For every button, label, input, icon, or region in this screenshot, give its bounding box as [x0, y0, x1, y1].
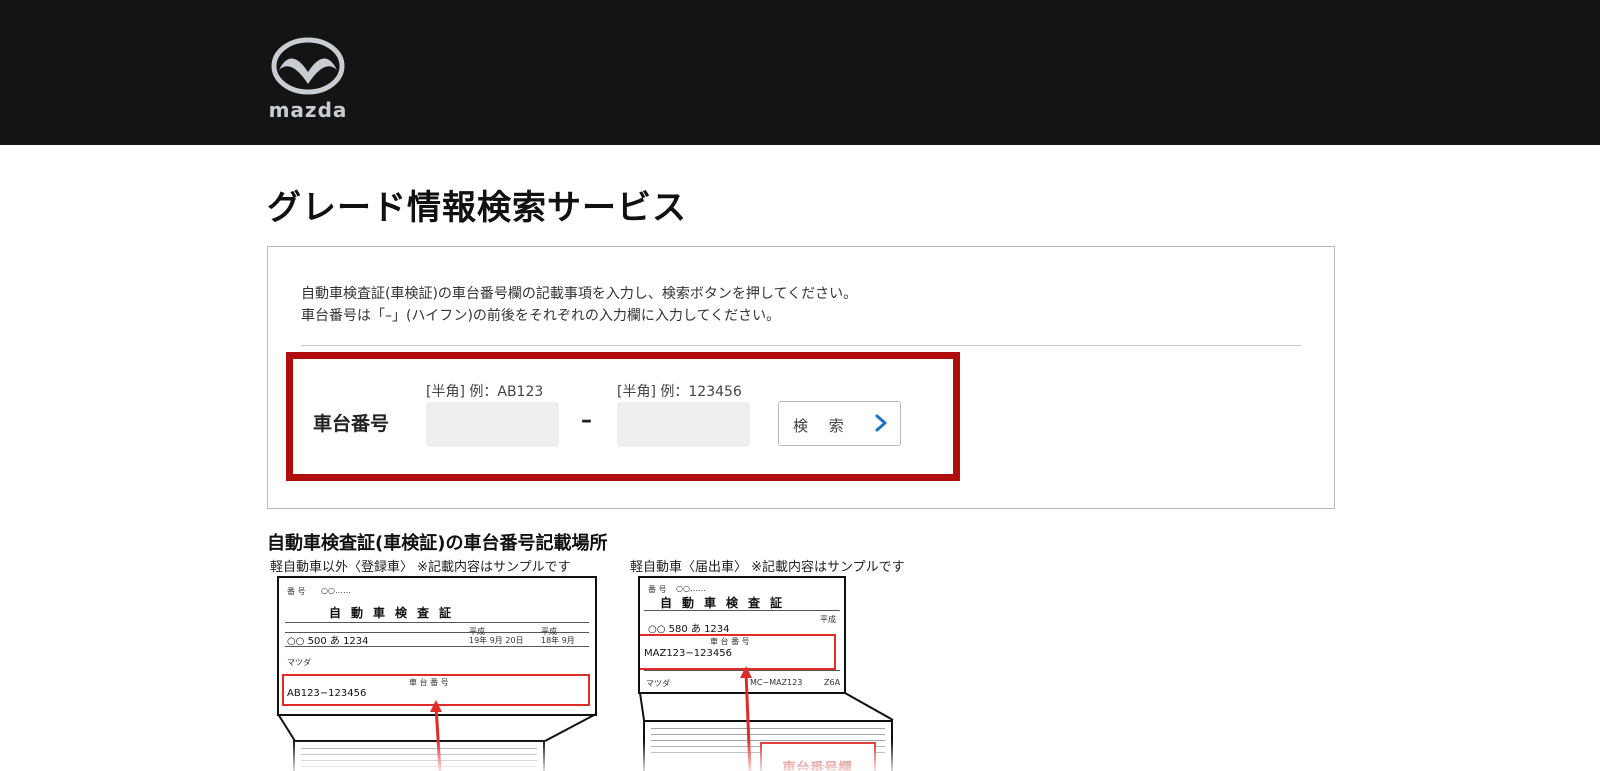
- registered-vehicle-caption: 軽自動車以外〈登録車〉 ※記載内容はサンプルです: [270, 560, 571, 575]
- doc1-zoom-line-right: [544, 713, 597, 742]
- doc1-rule: [285, 646, 589, 647]
- frame-number-label: 車台番号: [313, 413, 390, 435]
- doc1-number-value: ○○……: [321, 586, 351, 595]
- mazda-logo[interactable]: mazda: [263, 36, 353, 122]
- doc2-model: MC−MAZ123: [750, 678, 803, 687]
- sheet-lines: [301, 748, 537, 771]
- hyphen-separator: –: [581, 408, 592, 433]
- instruction-text-2: 車台番号は「–」(ハイフン)の前後をそれぞれの入力欄に入力してください。: [301, 308, 781, 324]
- doc1-title: 自動車検査証: [329, 606, 462, 620]
- frame-number-callout: 車台番号欄: [760, 742, 876, 771]
- logo-wordmark: mazda: [268, 98, 348, 122]
- doc2-rule: [644, 610, 840, 611]
- search-button[interactable]: 検 索: [778, 401, 901, 446]
- site-header: mazda: [0, 0, 1600, 145]
- doc1-number-label: 番 号: [287, 587, 306, 596]
- doc2-number-value: ○○……: [676, 584, 706, 593]
- chevron-right-icon: [875, 414, 887, 432]
- doc2-rule: [644, 670, 840, 671]
- frame-prefix-hint: [半角] 例：AB123: [426, 384, 544, 400]
- callout-label: 車台番号欄: [782, 761, 852, 771]
- doc1-date-1: 19年 9月 20日: [469, 636, 524, 645]
- doc1-registration: ○○ 500 あ 1234: [287, 636, 369, 647]
- doc2-registration: ○○ 580 あ 1234: [648, 624, 730, 635]
- mazda-emblem-icon: [271, 37, 345, 95]
- page-title: グレード情報検索サービス: [267, 188, 687, 228]
- registered-certificate-sheet: [293, 740, 545, 771]
- panel-divider: [301, 345, 1301, 346]
- doc2-title: 自動車検査証: [660, 596, 793, 610]
- doc1-frame-label: 車 台 番 号: [409, 678, 449, 687]
- frame-serial-hint: [半角] 例：123456: [617, 384, 742, 400]
- location-section-title: 自動車検査証(車検証)の車台番号記載場所: [267, 533, 608, 554]
- search-button-label: 検 索: [793, 417, 852, 435]
- doc2-frame-label: 車 台 番 号: [710, 637, 750, 646]
- doc2-zoom-line-right: [844, 692, 894, 721]
- doc1-rule: [285, 622, 589, 623]
- doc2-zoom-line-left: [639, 692, 645, 721]
- doc2-engine: Z6A: [824, 678, 841, 687]
- doc2-frame-value: MAZ123−123456: [644, 648, 732, 659]
- doc1-maker: マツダ: [287, 658, 311, 667]
- kei-vehicle-certificate-sample: 番 号 ○○…… 自動車検査証 平成 ○○ 580 あ 1234 車 台 番 号…: [638, 576, 846, 694]
- doc2-maker: マツダ: [646, 679, 670, 688]
- doc2-heisei: 平成: [820, 615, 836, 624]
- frame-prefix-input[interactable]: [426, 402, 559, 447]
- instruction-text-1: 自動車検査証(車検証)の車台番号欄の記載事項を入力し、検索ボタンを押してください…: [301, 286, 858, 302]
- doc1-zoom-line-left: [277, 713, 296, 742]
- kei-vehicle-caption: 軽自動車〈届出車〉 ※記載内容はサンプルです: [630, 560, 905, 575]
- doc1-date-2: 18年 9月: [541, 636, 575, 645]
- doc1-frame-value: AB123−123456: [287, 688, 367, 699]
- frame-serial-input[interactable]: [617, 402, 750, 447]
- registered-vehicle-certificate-sample: 番 号 ○○…… 自動車検査証 ○○ 500 あ 1234 平成 19年 9月 …: [277, 576, 597, 716]
